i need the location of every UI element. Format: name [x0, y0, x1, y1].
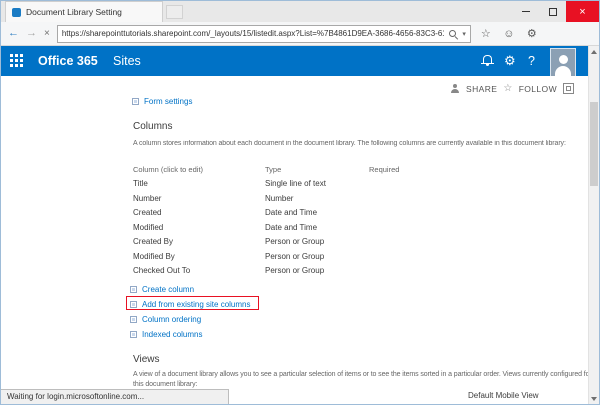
new-tab-button[interactable] [166, 5, 183, 19]
url-text: https://sharepointtutorials.sharepoint.c… [62, 29, 444, 38]
indexed-columns-link[interactable]: Indexed columns [142, 330, 202, 339]
settings-gear-icon[interactable]: ⚙ [504, 53, 516, 69]
views-table-header-default-mobile-view: Default Mobile View [468, 391, 539, 400]
table-row: Number Number [133, 191, 463, 206]
columns-section-heading: Columns [133, 121, 172, 132]
avatar-head [559, 55, 568, 64]
tab-favicon-icon [12, 8, 21, 17]
browser-settings-gear-icon[interactable]: ⚙ [524, 27, 540, 40]
favorites-star-icon[interactable]: ☆ [478, 27, 494, 40]
url-dropdown-icon[interactable]: ▾ [462, 30, 466, 38]
sites-nav-link[interactable]: Sites [113, 46, 141, 76]
column-type: Number [265, 194, 369, 203]
browser-window: Document Library Setting × ← → × https:/… [0, 0, 600, 405]
table-row: Created Date and Time [133, 206, 463, 221]
help-button[interactable]: ? [528, 53, 535, 69]
forward-button[interactable]: → [26, 28, 37, 39]
column-type: Date and Time [265, 208, 369, 217]
table-row: Modified By Person or Group [133, 249, 463, 264]
views-section-heading: Views [133, 354, 160, 365]
minimize-icon [522, 11, 530, 12]
follow-button[interactable]: FOLLOW [519, 84, 557, 94]
feedback-smiley-icon[interactable]: ☺ [501, 28, 517, 40]
url-field[interactable]: https://sharepointtutorials.sharepoint.c… [57, 25, 471, 43]
office365-brand-link[interactable]: Office 365 [38, 46, 98, 76]
table-row: Checked Out To Person or Group [133, 264, 463, 279]
window-controls: × [512, 1, 599, 22]
back-button[interactable]: ← [8, 28, 19, 39]
search-icon[interactable] [448, 29, 458, 39]
column-type: Date and Time [265, 223, 369, 232]
column-name-link[interactable]: Title [133, 179, 265, 188]
tab-title: Document Library Setting [26, 7, 122, 17]
column-type: Person or Group [265, 252, 369, 261]
maximize-button[interactable] [539, 1, 566, 22]
share-icon [450, 84, 460, 94]
views-section-description: A view of a document library allows you … [133, 370, 595, 389]
user-avatar[interactable] [550, 48, 576, 79]
form-settings-link[interactable]: Form settings [144, 97, 192, 106]
share-button[interactable]: SHARE [466, 84, 497, 94]
settings-bullet-icon [130, 301, 137, 308]
office365-suite-bar: Office 365 Sites ⚙ ? [1, 46, 599, 76]
app-launcher-icon[interactable] [10, 54, 23, 67]
column-type: Single line of text [265, 179, 369, 188]
address-bar: ← → × https://sharepointtutorials.sharep… [1, 22, 599, 46]
column-name-link[interactable]: Created By [133, 237, 265, 246]
browser-titlebar: Document Library Setting × [1, 1, 599, 22]
page-content: SHARE ☆ FOLLOW Form settings Columns A c… [1, 76, 588, 404]
add-from-existing-site-columns-link[interactable]: Add from existing site columns [142, 300, 251, 309]
table-row: Created By Person or Group [133, 235, 463, 250]
scroll-down-arrow-icon[interactable] [589, 393, 599, 404]
create-column-row: Create column [130, 285, 194, 294]
column-name-link[interactable]: Modified [133, 223, 265, 232]
column-name-link[interactable]: Modified By [133, 252, 265, 261]
bell-clapper [486, 64, 489, 66]
header-column-name: Column (click to edit) [133, 165, 265, 174]
bell-shape [483, 55, 492, 63]
create-column-link[interactable]: Create column [142, 285, 194, 294]
column-name-link[interactable]: Checked Out To [133, 266, 265, 275]
indexed-columns-row: Indexed columns [130, 330, 202, 339]
close-button[interactable]: × [566, 1, 599, 22]
columns-table: Column (click to edit) Type Required Tit… [133, 162, 463, 278]
settings-bullet-icon [130, 316, 137, 323]
follow-star-icon: ☆ [503, 83, 512, 94]
browser-tab[interactable]: Document Library Setting [5, 1, 163, 22]
notifications-bell-icon[interactable] [480, 54, 494, 68]
table-row: Title Single line of text [133, 177, 463, 192]
column-type: Person or Group [265, 266, 369, 275]
maximize-icon [549, 8, 557, 16]
column-name-link[interactable]: Number [133, 194, 265, 203]
add-from-existing-site-columns-row: Add from existing site columns [130, 300, 251, 309]
settings-bullet-icon [132, 98, 139, 105]
stop-button[interactable]: × [44, 29, 50, 39]
status-bar: Waiting for login.microsoftonline.com... [1, 389, 229, 404]
header-column-required: Required [369, 165, 463, 174]
minimize-button[interactable] [512, 1, 539, 22]
columns-section-description: A column stores information about each d… [133, 140, 595, 147]
column-type: Person or Group [265, 237, 369, 246]
form-settings-row: Form settings [132, 97, 192, 106]
scroll-up-arrow-icon[interactable] [589, 46, 599, 57]
column-ordering-link[interactable]: Column ordering [142, 315, 201, 324]
columns-table-header: Column (click to edit) Type Required [133, 162, 463, 177]
vertical-scrollbar[interactable] [588, 46, 599, 404]
page-action-bar: SHARE ☆ FOLLOW [450, 83, 574, 94]
focus-on-content-icon[interactable] [563, 83, 574, 94]
scrollbar-thumb[interactable] [590, 102, 598, 186]
settings-bullet-icon [130, 286, 137, 293]
header-column-type: Type [265, 165, 369, 174]
column-ordering-row: Column ordering [130, 315, 201, 324]
column-name-link[interactable]: Created [133, 208, 265, 217]
table-row: Modified Date and Time [133, 220, 463, 235]
settings-bullet-icon [130, 331, 137, 338]
